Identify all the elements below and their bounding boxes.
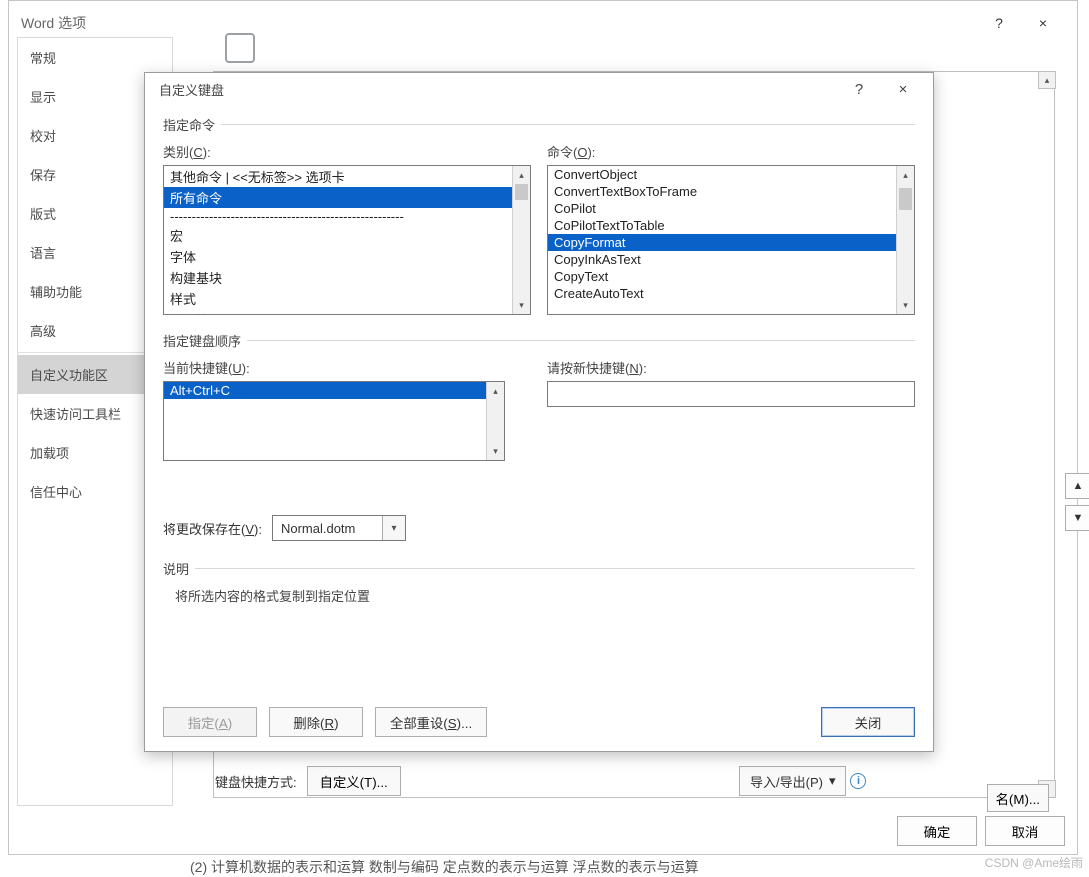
list-item[interactable]: CoPilotTextToTable <box>548 217 896 234</box>
kb-titlebar: 自定义键盘 ? × <box>145 73 933 105</box>
save-in-label: 将更改保存在(V): <box>163 519 262 538</box>
save-in-value: Normal.dotm <box>273 516 383 540</box>
move-down-button[interactable]: ▼ <box>1065 505 1089 531</box>
press-new-key-input[interactable] <box>547 381 915 407</box>
reset-all-button[interactable]: 全部重设(S)... <box>375 707 487 737</box>
kb-close-icon[interactable]: × <box>881 75 925 103</box>
watermark: CSDN @Ame绘雨 <box>985 854 1083 871</box>
keyboard-shortcut-row: 键盘快捷方式: 自定义(T)... <box>215 766 401 796</box>
kb-help-icon[interactable]: ? <box>837 75 881 103</box>
kb-footer: 指定(A) 删除(R) 全部重设(S)... 关闭 <box>163 707 915 737</box>
group-keyboard-sequence: 指定键盘顺序 <box>163 331 915 350</box>
list-item[interactable]: 所有命令 <box>164 187 512 208</box>
save-in-dropdown[interactable]: Normal.dotm ▾ <box>272 515 406 541</box>
list-item[interactable]: CopyInkAsText <box>548 251 896 268</box>
rename-button[interactable]: 名(M)... <box>987 784 1049 812</box>
list-item[interactable]: 字体 <box>164 246 512 267</box>
kb-body: 指定命令 类别(C): 其他命令 | <<无标签>> 选项卡 所有命令 ----… <box>145 105 933 617</box>
list-item[interactable]: CreateAutoText <box>548 285 896 302</box>
scrollbar[interactable]: ▴ ▾ <box>512 166 530 314</box>
scroll-up-icon[interactable]: ▴ <box>897 166 914 184</box>
import-export-row: 导入/导出(P)▾ i <box>739 766 866 796</box>
group-specify-command: 指定命令 <box>163 115 915 134</box>
close-icon[interactable]: × <box>1021 9 1065 37</box>
categories-listbox[interactable]: 其他命令 | <<无标签>> 选项卡 所有命令 ----------------… <box>163 165 531 315</box>
scroll-down-icon[interactable]: ▾ <box>513 296 530 314</box>
options-footer: 确定 取消 <box>897 816 1065 846</box>
press-new-key-label: 请按新快捷键(N): <box>547 358 915 377</box>
chevron-down-icon: ▾ <box>829 773 836 789</box>
ok-button[interactable]: 确定 <box>897 816 977 846</box>
scrollbar[interactable]: ▴ ▾ <box>896 166 914 314</box>
import-export-button[interactable]: 导入/导出(P)▾ <box>739 766 846 796</box>
list-item[interactable]: ----------------------------------------… <box>164 208 512 225</box>
categories-label: 类别(C): <box>163 142 531 161</box>
list-item[interactable]: 宏 <box>164 225 512 246</box>
cancel-button[interactable]: 取消 <box>985 816 1065 846</box>
customize-ribbon-icon <box>225 33 255 63</box>
scroll-down-icon[interactable]: ▾ <box>487 442 504 460</box>
close-button[interactable]: 关闭 <box>821 707 915 737</box>
commands-listbox[interactable]: ConvertObject ConvertTextBoxToFrame CoPi… <box>547 165 915 315</box>
list-item[interactable]: CopyText <box>548 268 896 285</box>
move-up-button[interactable]: ▲ <box>1065 473 1089 499</box>
page-background-text: (2) 计算机数据的表示和运算 数制与编码 定点数的表示与运算 浮点数的表示与运… <box>190 857 699 877</box>
save-in-row: 将更改保存在(V): Normal.dotm ▾ <box>163 515 915 541</box>
remove-button[interactable]: 删除(R) <box>269 707 363 737</box>
scroll-thumb[interactable] <box>515 184 528 200</box>
list-item[interactable]: 常用符号 <box>164 309 512 314</box>
scroll-up-icon[interactable]: ▴ <box>1038 71 1056 89</box>
customize-keyboard-button[interactable]: 自定义(T)... <box>307 766 401 796</box>
scroll-thumb[interactable] <box>899 188 912 210</box>
assign-button[interactable]: 指定(A) <box>163 707 257 737</box>
list-item[interactable]: CopyFormat <box>548 234 896 251</box>
scroll-up-icon[interactable]: ▴ <box>513 166 530 184</box>
list-item[interactable]: 其他命令 | <<无标签>> 选项卡 <box>164 166 512 187</box>
list-item[interactable]: ConvertTextBoxToFrame <box>548 183 896 200</box>
list-item[interactable]: 样式 <box>164 288 512 309</box>
list-item[interactable]: 构建基块 <box>164 267 512 288</box>
description-text: 将所选内容的格式复制到指定位置 <box>163 586 915 605</box>
kb-title: 自定义键盘 <box>159 80 837 99</box>
current-keys-label: 当前快捷键(U): <box>163 358 531 377</box>
description-block: 说明 将所选内容的格式复制到指定位置 <box>163 559 915 605</box>
info-icon[interactable]: i <box>850 773 866 789</box>
list-item[interactable]: Alt+Ctrl+C <box>164 382 486 399</box>
scroll-down-icon[interactable]: ▾ <box>897 296 914 314</box>
help-icon[interactable]: ? <box>977 9 1021 37</box>
list-item[interactable]: ConvertObject <box>548 166 896 183</box>
options-title: Word 选项 <box>21 13 977 33</box>
list-item[interactable]: CoPilot <box>548 200 896 217</box>
scrollbar[interactable]: ▴ ▾ <box>486 382 504 460</box>
options-titlebar: Word 选项 ? × <box>9 1 1077 41</box>
commands-label: 命令(O): <box>547 142 915 161</box>
keyboard-shortcut-label: 键盘快捷方式: <box>215 772 297 791</box>
customize-keyboard-dialog: 自定义键盘 ? × 指定命令 类别(C): 其他命令 | <<无标签>> 选项卡… <box>144 72 934 752</box>
current-keys-listbox[interactable]: Alt+Ctrl+C ▴ ▾ <box>163 381 505 461</box>
scroll-up-icon[interactable]: ▴ <box>487 382 504 400</box>
chevron-down-icon: ▾ <box>383 523 405 534</box>
